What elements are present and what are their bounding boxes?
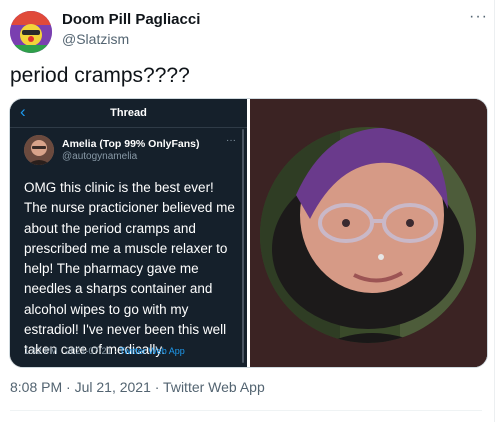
thread-header: ‹ Thread <box>10 99 247 128</box>
embedded-source: Twitter Web App <box>119 346 185 356</box>
portrait-photo <box>250 99 487 367</box>
embedded-screenshot: ‹ Thread Amelia (Top 99% OnlyFans) @auto… <box>10 99 247 367</box>
clown-avatar-icon <box>10 11 52 53</box>
author-avatar[interactable] <box>10 11 52 53</box>
embedded-tweet-meta: 1:42 PM · 2021-07-21 · Twitter Web App <box>24 346 185 356</box>
embedded-more-icon: ··· <box>226 135 236 146</box>
embedded-author-name: Amelia (Top 99% OnlyFans) <box>62 138 200 150</box>
author-handle[interactable]: @Slatzism <box>62 31 129 47</box>
embedded-author-avatar <box>24 135 54 165</box>
author-name[interactable]: Doom Pill Pagliacci <box>62 11 200 28</box>
profile-photo <box>250 99 487 367</box>
divider <box>10 410 482 411</box>
tweet-media[interactable]: ‹ Thread Amelia (Top 99% OnlyFans) @auto… <box>9 98 488 368</box>
scrollbar <box>242 129 244 363</box>
tweet-timestamp[interactable]: 8:08 PM · Jul 21, 2021 · Twitter Web App <box>10 379 265 395</box>
embedded-tweet-body: OMG this clinic is the best ever! The nu… <box>24 180 235 358</box>
person-avatar-icon <box>24 135 54 165</box>
embedded-author-handle: @autogynamelia <box>62 151 138 162</box>
embedded-time-date: 1:42 PM · 2021-07-21 · <box>24 346 120 356</box>
more-options-button[interactable]: ··· <box>469 8 488 26</box>
thread-title: Thread <box>110 107 147 119</box>
tweet-text: period cramps???? <box>10 64 190 87</box>
right-border <box>494 0 495 422</box>
